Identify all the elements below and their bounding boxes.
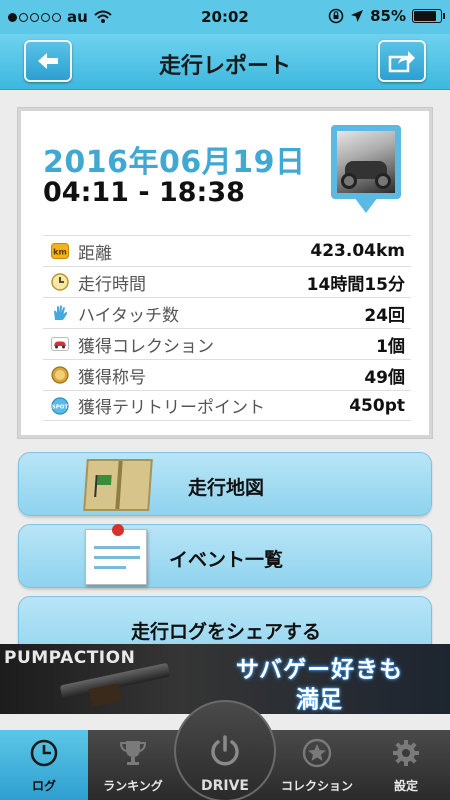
car-icon	[51, 335, 69, 353]
star-icon	[302, 738, 332, 768]
stat-row-high-touch: ハイタッチ数 24回	[43, 297, 411, 328]
event-list-button[interactable]: イベント一覧	[18, 524, 432, 588]
status-bar: au 20:02 85%	[0, 0, 450, 34]
distance-km-icon: km	[51, 242, 69, 260]
power-icon	[211, 735, 239, 766]
gear-icon	[393, 740, 419, 766]
hand-icon	[51, 304, 69, 322]
stats-list: km 距離 423.04km 走行時間 14時間15分 ハイタッチ数 24回 獲…	[43, 235, 411, 421]
stat-row-distance: km 距離 423.04km	[43, 235, 411, 266]
report-date: 2016年06月19日	[43, 145, 306, 180]
report-time-range: 04:11 - 18:38	[43, 177, 245, 208]
stat-row-duration: 走行時間 14時間15分	[43, 266, 411, 297]
motorcycle-photo	[337, 131, 395, 193]
drive-report-card: 2016年06月19日 04:11 - 18:38 km 距離 423.04km…	[18, 108, 432, 438]
drive-map-button[interactable]: 走行地図	[18, 452, 432, 516]
ad-brand-logo: PUMPACTION	[4, 648, 136, 668]
share-button[interactable]	[378, 40, 426, 82]
stat-row-titles: 獲得称号 49個	[43, 359, 411, 390]
battery-percent: 85%	[370, 7, 406, 25]
nav-header: 走行レポート	[0, 34, 450, 90]
stat-row-territory: SPOT 獲得テリトリーポイント 450pt	[43, 390, 411, 421]
tab-collection[interactable]: コレクション	[274, 730, 360, 800]
svg-text:SPOT: SPOT	[52, 404, 69, 410]
rotation-lock-icon	[328, 8, 344, 24]
ad-copy-line2: 満足	[296, 687, 342, 713]
battery-icon	[412, 9, 445, 23]
ad-copy-line1: サバゲー好きも	[236, 657, 404, 683]
svg-text:km: km	[53, 248, 67, 257]
tab-log[interactable]: ログ	[0, 730, 88, 800]
spot-icon: SPOT	[51, 396, 69, 415]
tab-drive[interactable]: DRIVE	[178, 730, 272, 800]
share-icon	[388, 51, 415, 73]
stat-row-collection: 獲得コレクション 1個	[43, 328, 411, 359]
tab-settings[interactable]: 設定	[362, 730, 450, 800]
clock-icon	[30, 739, 58, 767]
photo-pin[interactable]	[331, 125, 401, 215]
medal-icon	[51, 366, 69, 384]
location-arrow-icon	[351, 10, 364, 22]
tab-ranking[interactable]: ランキング	[90, 730, 176, 800]
trophy-icon	[119, 741, 147, 765]
clock-icon	[51, 273, 69, 291]
